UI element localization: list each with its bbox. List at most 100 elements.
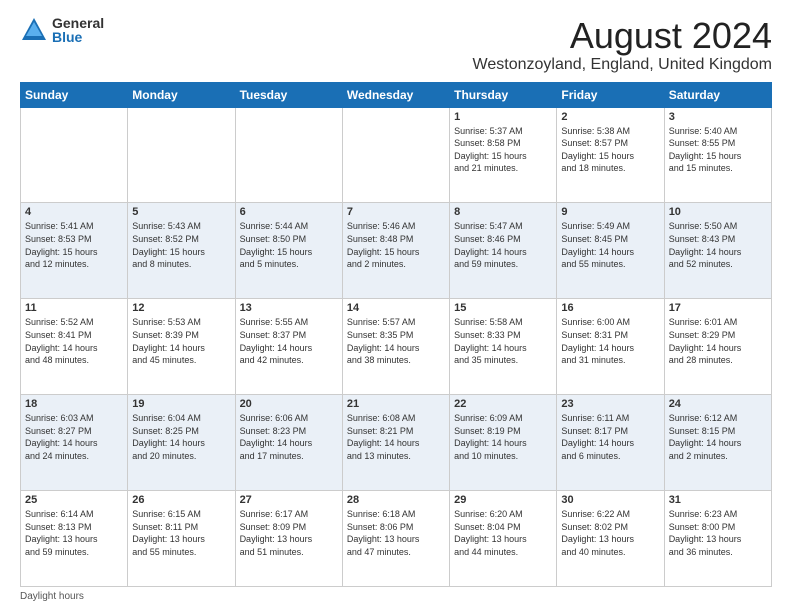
day-info: Sunrise: 5:43 AM Sunset: 8:52 PM Dayligh…	[132, 220, 230, 270]
day-info: Sunrise: 6:08 AM Sunset: 8:21 PM Dayligh…	[347, 412, 445, 462]
calendar-cell: 24 Sunrise: 6:12 AM Sunset: 8:15 PM Dayli…	[664, 395, 771, 491]
calendar-cell: 21 Sunrise: 6:08 AM Sunset: 8:21 PM Dayli…	[342, 395, 449, 491]
day-number: 21	[347, 398, 445, 410]
day-info: Sunrise: 6:18 AM Sunset: 8:06 PM Dayligh…	[347, 508, 445, 558]
day-number: 15	[454, 302, 552, 314]
day-info: Sunrise: 6:12 AM Sunset: 8:15 PM Dayligh…	[669, 412, 767, 462]
day-info: Sunrise: 6:03 AM Sunset: 8:27 PM Dayligh…	[25, 412, 123, 462]
month-title: August 2024	[473, 16, 772, 56]
day-number: 1	[454, 111, 552, 123]
calendar-header-friday: Friday	[557, 82, 664, 107]
calendar-week-3: 11 Sunrise: 5:52 AM Sunset: 8:41 PM Dayli…	[21, 299, 772, 395]
calendar-cell: 1 Sunrise: 5:37 AM Sunset: 8:58 PM Daylig…	[450, 107, 557, 203]
day-number: 26	[132, 494, 230, 506]
day-info: Sunrise: 6:00 AM Sunset: 8:31 PM Dayligh…	[561, 316, 659, 366]
calendar-cell: 17Sunrise: 6:01 AM Sunset: 8:29 PM Dayli…	[664, 299, 771, 395]
day-info: Sunrise: 5:49 AM Sunset: 8:45 PM Dayligh…	[561, 220, 659, 270]
day-info: Sunrise: 5:37 AM Sunset: 8:58 PM Dayligh…	[454, 125, 552, 175]
day-number: 16	[561, 302, 659, 314]
day-number: 14	[347, 302, 445, 314]
logo: General Blue	[20, 16, 104, 44]
day-number: 5	[132, 206, 230, 218]
day-number: 25	[25, 494, 123, 506]
calendar-header-row: SundayMondayTuesdayWednesdayThursdayFrid…	[21, 82, 772, 107]
day-info: Sunrise: 5:53 AM Sunset: 8:39 PM Dayligh…	[132, 316, 230, 366]
day-number: 19	[132, 398, 230, 410]
calendar-cell: 27 Sunrise: 6:17 AM Sunset: 8:09 PM Dayli…	[235, 491, 342, 587]
calendar-cell: 13 Sunrise: 5:55 AM Sunset: 8:37 PM Dayli…	[235, 299, 342, 395]
calendar-cell: 3 Sunrise: 5:40 AM Sunset: 8:55 PM Daylig…	[664, 107, 771, 203]
calendar-cell: 30Sunrise: 6:22 AM Sunset: 8:02 PM Dayli…	[557, 491, 664, 587]
calendar-cell: 23Sunrise: 6:11 AM Sunset: 8:17 PM Dayli…	[557, 395, 664, 491]
calendar-cell: 2Sunrise: 5:38 AM Sunset: 8:57 PM Daylig…	[557, 107, 664, 203]
calendar-cell: 12 Sunrise: 5:53 AM Sunset: 8:39 PM Dayli…	[128, 299, 235, 395]
calendar-cell: 28 Sunrise: 6:18 AM Sunset: 8:06 PM Dayli…	[342, 491, 449, 587]
day-number: 10	[669, 206, 767, 218]
day-number: 7	[347, 206, 445, 218]
calendar-week-1: 1 Sunrise: 5:37 AM Sunset: 8:58 PM Daylig…	[21, 107, 772, 203]
calendar-cell	[128, 107, 235, 203]
day-number: 12	[132, 302, 230, 314]
calendar-cell: 18 Sunrise: 6:03 AM Sunset: 8:27 PM Dayli…	[21, 395, 128, 491]
day-info: Sunrise: 5:44 AM Sunset: 8:50 PM Dayligh…	[240, 220, 338, 270]
day-info: Sunrise: 6:04 AM Sunset: 8:25 PM Dayligh…	[132, 412, 230, 462]
day-number: 17	[669, 302, 767, 314]
day-info: Sunrise: 6:15 AM Sunset: 8:11 PM Dayligh…	[132, 508, 230, 558]
day-info: Sunrise: 6:20 AM Sunset: 8:04 PM Dayligh…	[454, 508, 552, 558]
day-number: 8	[454, 206, 552, 218]
calendar-header-wednesday: Wednesday	[342, 82, 449, 107]
day-info: Sunrise: 5:41 AM Sunset: 8:53 PM Dayligh…	[25, 220, 123, 270]
day-number: 4	[25, 206, 123, 218]
calendar-cell: 26 Sunrise: 6:15 AM Sunset: 8:11 PM Dayli…	[128, 491, 235, 587]
day-info: Sunrise: 5:40 AM Sunset: 8:55 PM Dayligh…	[669, 125, 767, 175]
calendar-cell	[21, 107, 128, 203]
calendar-cell: 16 Sunrise: 6:00 AM Sunset: 8:31 PM Dayli…	[557, 299, 664, 395]
logo-blue-text: Blue	[52, 30, 104, 44]
calendar-cell: 7Sunrise: 5:46 AM Sunset: 8:48 PM Daylig…	[342, 203, 449, 299]
day-number: 11	[25, 302, 123, 314]
day-number: 20	[240, 398, 338, 410]
day-number: 28	[347, 494, 445, 506]
calendar-cell: 22 Sunrise: 6:09 AM Sunset: 8:19 PM Dayli…	[450, 395, 557, 491]
day-number: 23	[561, 398, 659, 410]
calendar-cell: 10 Sunrise: 5:50 AM Sunset: 8:43 PM Dayli…	[664, 203, 771, 299]
day-info: Sunrise: 5:58 AM Sunset: 8:33 PM Dayligh…	[454, 316, 552, 366]
calendar-cell: 11 Sunrise: 5:52 AM Sunset: 8:41 PM Dayli…	[21, 299, 128, 395]
day-number: 18	[25, 398, 123, 410]
calendar-cell	[235, 107, 342, 203]
day-number: 22	[454, 398, 552, 410]
day-info: Sunrise: 5:52 AM Sunset: 8:41 PM Dayligh…	[25, 316, 123, 366]
calendar-header-tuesday: Tuesday	[235, 82, 342, 107]
calendar-cell: 5 Sunrise: 5:43 AM Sunset: 8:52 PM Daylig…	[128, 203, 235, 299]
day-number: 13	[240, 302, 338, 314]
day-number: 2	[561, 111, 659, 123]
calendar-cell	[342, 107, 449, 203]
day-number: 30	[561, 494, 659, 506]
calendar-cell: 20Sunrise: 6:06 AM Sunset: 8:23 PM Dayli…	[235, 395, 342, 491]
day-number: 6	[240, 206, 338, 218]
day-number: 24	[669, 398, 767, 410]
day-info: Sunrise: 6:17 AM Sunset: 8:09 PM Dayligh…	[240, 508, 338, 558]
day-number: 31	[669, 494, 767, 506]
title-block: August 2024 Westonzoyland, England, Unit…	[473, 16, 772, 74]
day-number: 27	[240, 494, 338, 506]
day-info: Sunrise: 5:55 AM Sunset: 8:37 PM Dayligh…	[240, 316, 338, 366]
day-info: Sunrise: 6:23 AM Sunset: 8:00 PM Dayligh…	[669, 508, 767, 558]
calendar-week-5: 25 Sunrise: 6:14 AM Sunset: 8:13 PM Dayli…	[21, 491, 772, 587]
calendar-header-saturday: Saturday	[664, 82, 771, 107]
day-info: Sunrise: 6:14 AM Sunset: 8:13 PM Dayligh…	[25, 508, 123, 558]
calendar-cell: 14Sunrise: 5:57 AM Sunset: 8:35 PM Dayli…	[342, 299, 449, 395]
day-number: 9	[561, 206, 659, 218]
day-number: 29	[454, 494, 552, 506]
location-title: Westonzoyland, England, United Kingdom	[473, 56, 772, 74]
calendar-cell: 4 Sunrise: 5:41 AM Sunset: 8:53 PM Daylig…	[21, 203, 128, 299]
calendar-week-2: 4 Sunrise: 5:41 AM Sunset: 8:53 PM Daylig…	[21, 203, 772, 299]
day-info: Sunrise: 5:50 AM Sunset: 8:43 PM Dayligh…	[669, 220, 767, 270]
page: General Blue August 2024 Westonzoyland, …	[0, 0, 792, 612]
logo-text: General Blue	[52, 16, 104, 44]
calendar-cell: 25 Sunrise: 6:14 AM Sunset: 8:13 PM Dayli…	[21, 491, 128, 587]
calendar-header-thursday: Thursday	[450, 82, 557, 107]
day-info: Sunrise: 6:09 AM Sunset: 8:19 PM Dayligh…	[454, 412, 552, 462]
day-number: 3	[669, 111, 767, 123]
calendar-cell: 9 Sunrise: 5:49 AM Sunset: 8:45 PM Daylig…	[557, 203, 664, 299]
